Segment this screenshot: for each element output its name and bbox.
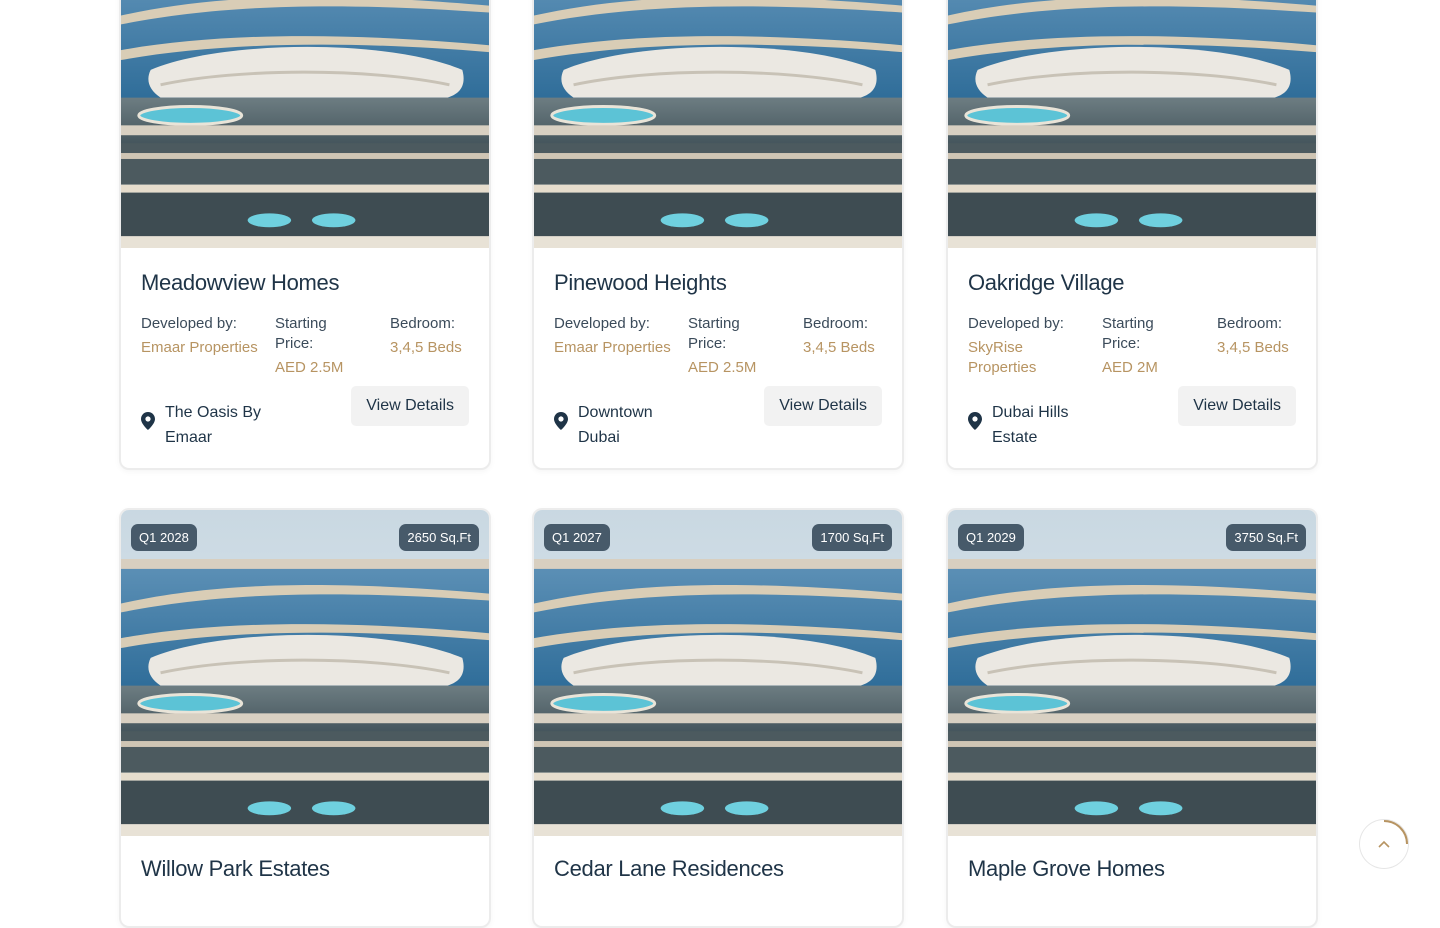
price-value: AED 2.5M (275, 359, 344, 376)
price-value: AED 2.5M (688, 359, 757, 376)
developer-info: Developed by: Emaar Properties (141, 314, 266, 358)
price-label: Starting Price: (275, 315, 327, 352)
bedroom-label: Bedroom: (1217, 315, 1283, 332)
property-title: Pinewood Heights (554, 270, 727, 295)
bedroom-label: Bedroom: (803, 315, 869, 332)
property-photo (121, 510, 489, 836)
developer-label: Developed by: (141, 315, 237, 332)
bedroom-info: Bedroom: 3,4,5 Beds (390, 314, 480, 358)
view-details-button[interactable]: View Details (351, 386, 469, 426)
price-label: Starting Price: (688, 315, 740, 352)
property-card-maple-grove[interactable]: Q1 2029 3750 Sq.Ft Maple Grove Homes (946, 508, 1318, 928)
property-card-cedar-lane[interactable]: Q1 2027 1700 Sq.Ft Cedar Lane Residences (532, 508, 904, 928)
developer-info: Developed by: SkyRise Properties (968, 314, 1093, 378)
developer-info: Developed by: Emaar Properties (554, 314, 679, 358)
scroll-to-top-button[interactable] (1360, 820, 1408, 868)
price-value: AED 2M (1102, 359, 1158, 376)
handover-badge: Q1 2028 (131, 524, 197, 551)
map-pin-icon (968, 412, 982, 430)
property-title: Meadowview Homes (141, 270, 340, 295)
location-text: Dubai Hills Estate (992, 404, 1069, 446)
property-card-willow-park[interactable]: Q1 2028 2650 Sq.Ft Willow Park Estates (119, 508, 491, 928)
view-details-button[interactable]: View Details (764, 386, 882, 426)
developer-label: Developed by: (968, 315, 1064, 332)
property-card-meadowview[interactable]: Meadowview Homes Developed by: Emaar Pro… (119, 0, 491, 470)
property-photo (948, 0, 1316, 248)
location-text: The Oasis By Emaar (165, 404, 262, 446)
property-title: Maple Grove Homes (968, 856, 1165, 881)
developer-value: Emaar Properties (554, 339, 671, 356)
map-pin-icon (554, 412, 568, 430)
bedroom-info: Bedroom: 3,4,5 Beds (803, 314, 893, 358)
price-info: Starting Price: AED 2M (1102, 314, 1192, 378)
property-title: Willow Park Estates (141, 856, 330, 881)
property-title: Cedar Lane Residences (554, 856, 784, 881)
property-card-pinewood[interactable]: Pinewood Heights Developed by: Emaar Pro… (532, 0, 904, 470)
scroll-progress-ring (1383, 820, 1408, 845)
handover-badge: Q1 2027 (544, 524, 610, 551)
location: The Oasis By Emaar (141, 400, 275, 450)
bedroom-value: 3,4,5 Beds (1217, 339, 1289, 356)
developer-value: Emaar Properties (141, 339, 258, 356)
property-photo (121, 0, 489, 248)
price-info: Starting Price: AED 2.5M (275, 314, 365, 378)
area-badge: 1700 Sq.Ft (812, 524, 892, 551)
area-badge: 3750 Sq.Ft (1226, 524, 1306, 551)
bedroom-value: 3,4,5 Beds (390, 339, 462, 356)
map-pin-icon (141, 412, 155, 430)
location-text: Downtown Dubai (578, 404, 653, 446)
bedroom-label: Bedroom: (390, 315, 456, 332)
property-card-oakridge[interactable]: Oakridge Village Developed by: SkyRise P… (946, 0, 1318, 470)
property-title: Oakridge Village (968, 270, 1125, 295)
location: Downtown Dubai (554, 400, 688, 450)
area-badge: 2650 Sq.Ft (399, 524, 479, 551)
price-info: Starting Price: AED 2.5M (688, 314, 778, 378)
location: Dubai Hills Estate (968, 400, 1102, 450)
bedroom-info: Bedroom: 3,4,5 Beds (1217, 314, 1307, 358)
property-photo (534, 510, 902, 836)
view-details-button[interactable]: View Details (1178, 386, 1296, 426)
price-label: Starting Price: (1102, 315, 1154, 352)
handover-badge: Q1 2029 (958, 524, 1024, 551)
developer-label: Developed by: (554, 315, 650, 332)
bedroom-value: 3,4,5 Beds (803, 339, 875, 356)
property-photo (534, 0, 902, 248)
developer-value: SkyRise Properties (968, 339, 1037, 376)
property-photo (948, 510, 1316, 836)
